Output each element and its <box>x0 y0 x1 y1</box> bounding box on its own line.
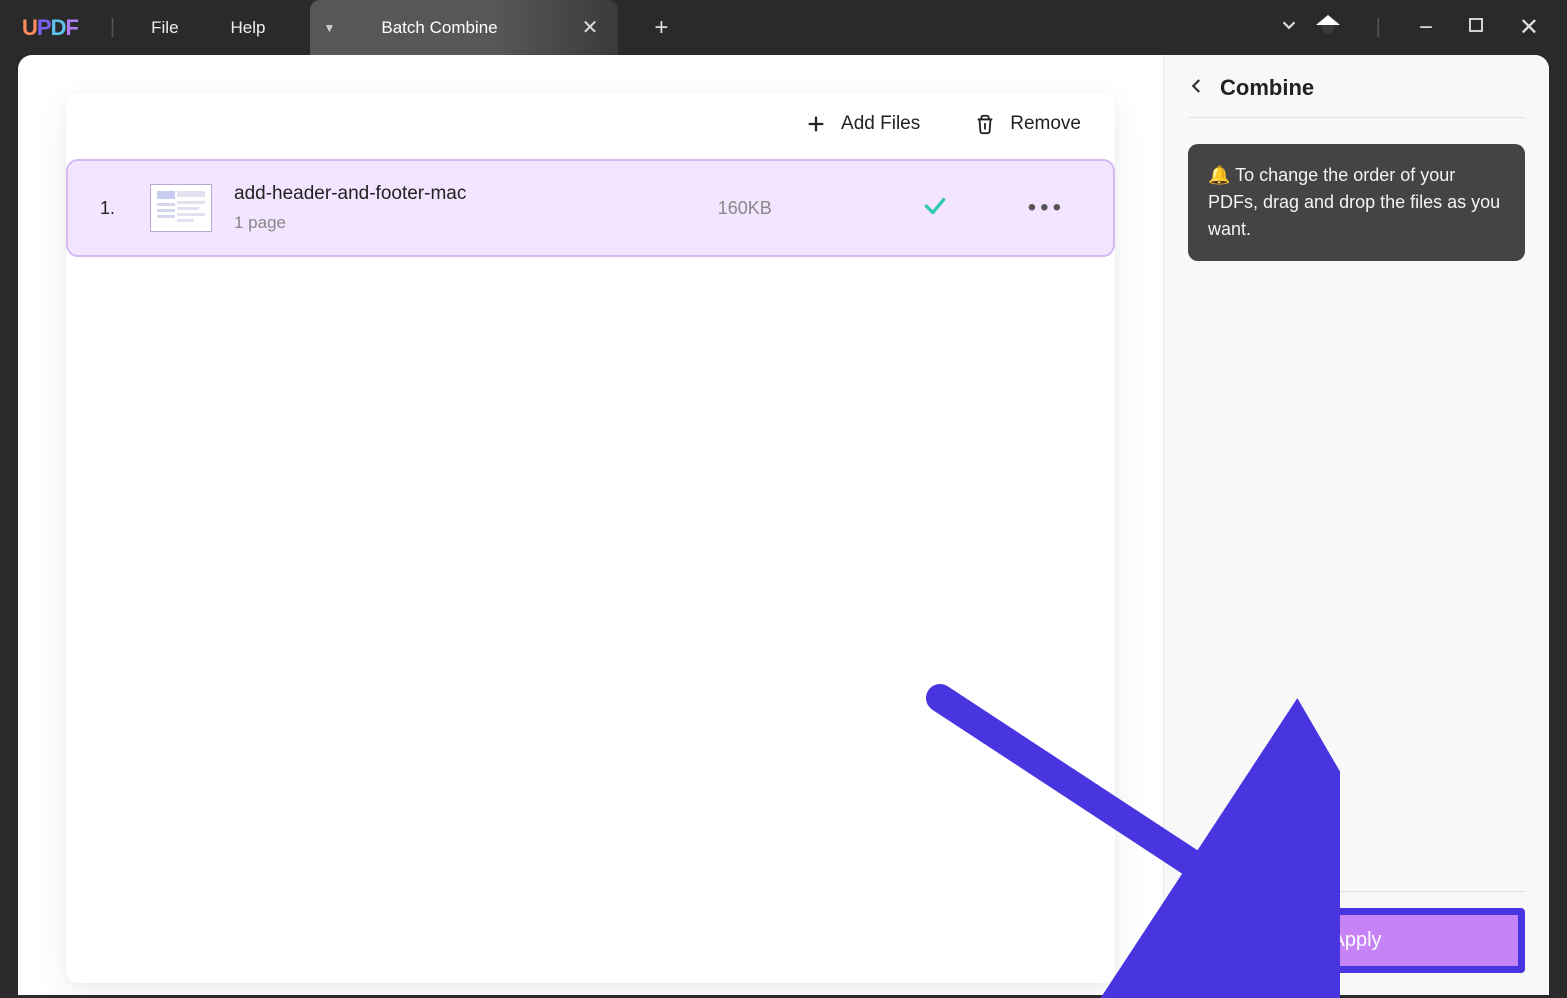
remove-button[interactable]: Remove <box>974 113 1081 135</box>
maximize-button[interactable] <box>1461 16 1491 40</box>
tab-title: Batch Combine <box>381 18 557 38</box>
remove-label: Remove <box>1010 113 1081 135</box>
collapse-icon[interactable] <box>1278 14 1300 42</box>
window-controls: | − ✕ <box>1278 13 1557 42</box>
file-more-icon[interactable]: ••• <box>1028 194 1065 222</box>
user-avatar-button[interactable] <box>1322 22 1334 34</box>
file-name: add-header-and-footer-mac <box>234 183 466 205</box>
file-meta: add-header-and-footer-mac 1 page <box>234 183 466 233</box>
add-files-button[interactable]: Add Files <box>805 113 920 135</box>
trash-icon <box>974 113 996 135</box>
tab-dropdown-icon[interactable]: ▼ <box>324 21 336 35</box>
bell-icon: 🔔 <box>1208 165 1230 185</box>
files-toolbar: Add Files Remove <box>66 93 1115 155</box>
menu-file[interactable]: File <box>125 18 204 38</box>
apply-section: Apply <box>1188 891 1525 995</box>
file-index: 1. <box>100 198 122 219</box>
file-list: 1. add-header-and-footer-mac 1 page 160K… <box>66 155 1115 261</box>
app-logo: UPDF <box>0 15 100 41</box>
close-button[interactable]: ✕ <box>1513 13 1557 42</box>
plus-icon <box>805 113 827 135</box>
status-ok-icon <box>922 192 948 225</box>
right-panel: Combine 🔔 To change the order of your PD… <box>1163 55 1549 995</box>
titlebar: UPDF | File Help ▼ Batch Combine ✕ + | −… <box>0 0 1567 55</box>
panel-header: Combine <box>1188 75 1525 118</box>
main-area: Add Files Remove 1. add-header-and-foote… <box>18 55 1163 995</box>
tab-batch-combine[interactable]: ▼ Batch Combine ✕ <box>310 0 619 55</box>
file-size: 160KB <box>718 198 772 219</box>
divider: | <box>1366 16 1391 39</box>
file-thumbnail <box>150 184 212 232</box>
tab-close-icon[interactable]: ✕ <box>582 15 599 40</box>
panel-title: Combine <box>1220 75 1314 101</box>
new-tab-button[interactable]: + <box>618 14 704 42</box>
hint-box: 🔔 To change the order of your PDFs, drag… <box>1188 144 1525 261</box>
workspace: Add Files Remove 1. add-header-and-foote… <box>18 55 1549 995</box>
file-row[interactable]: 1. add-header-and-footer-mac 1 page 160K… <box>66 159 1115 257</box>
divider: | <box>100 16 125 39</box>
apply-button[interactable]: Apply <box>1188 908 1525 973</box>
files-card: Add Files Remove 1. add-header-and-foote… <box>66 93 1115 983</box>
file-pages: 1 page <box>234 213 466 233</box>
back-icon[interactable] <box>1188 75 1206 101</box>
add-files-label: Add Files <box>841 113 920 135</box>
hint-text: To change the order of your PDFs, drag a… <box>1208 165 1500 239</box>
minimize-button[interactable]: − <box>1413 14 1439 42</box>
menu-help[interactable]: Help <box>205 18 292 38</box>
